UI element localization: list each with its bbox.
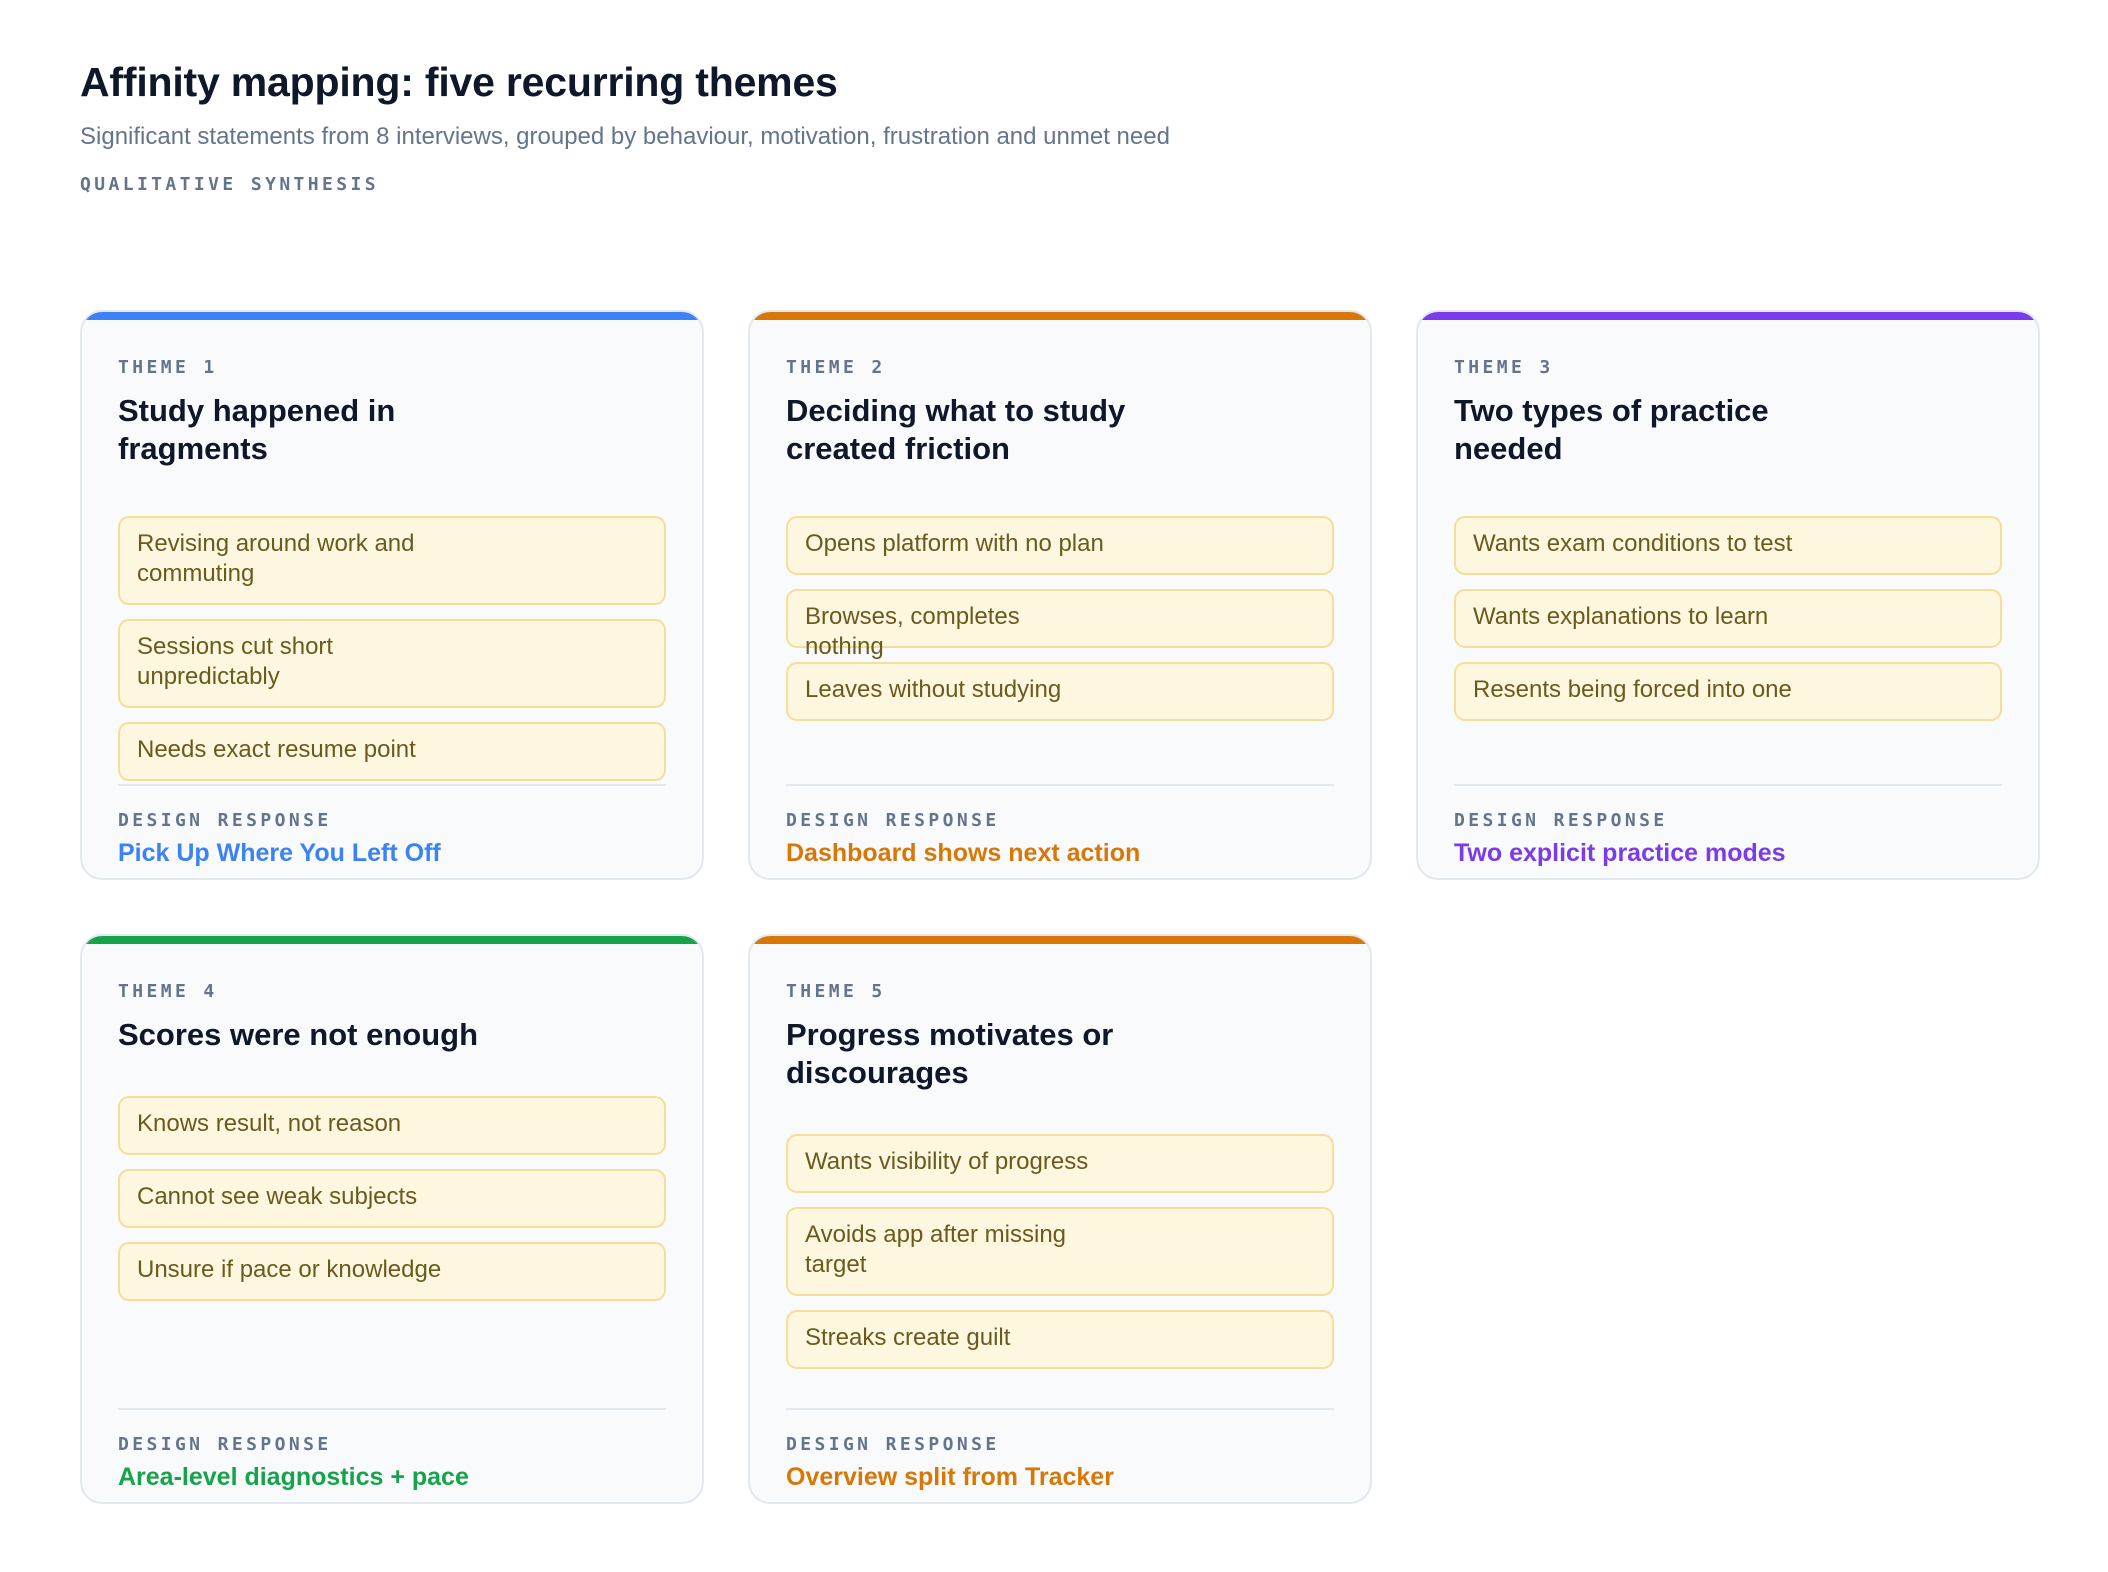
statement-list: Knows result, not reason Cannot see weak… — [118, 1096, 666, 1301]
statement-note: Browses, completes nothing — [786, 589, 1334, 660]
statement-note: Unsure if pace or knowledge — [118, 1242, 666, 1301]
card-divider — [118, 784, 666, 786]
theme-title: Study happened in fragments — [118, 393, 396, 466]
theme-card-1: THEME 1 Study happened in fragments Revi… — [80, 310, 704, 880]
design-response-label: DESIGN RESPONSE — [118, 810, 332, 831]
statement-note: Resents being forced into one — [1454, 662, 2002, 721]
design-response-value: Overview split from Tracker — [786, 1463, 1114, 1491]
card-divider — [786, 1408, 1334, 1410]
statement-note: Leaves without studying — [786, 662, 1334, 721]
statement-list: Wants visibility of progress Avoids app … — [786, 1134, 1334, 1369]
design-response-value: Two explicit practice modes — [1454, 839, 1786, 867]
page-title: Affinity mapping: five recurring themes — [80, 59, 838, 105]
theme-title: Deciding what to study created friction — [786, 393, 1126, 466]
statement-note: Wants explanations to learn — [1454, 589, 2002, 648]
theme-label: THEME 5 — [786, 981, 886, 1002]
theme-card-3: THEME 3 Two types of practice needed Wan… — [1416, 310, 2040, 880]
statement-note: Knows result, not reason — [118, 1096, 666, 1155]
design-response-value: Area-level diagnostics + pace — [118, 1463, 469, 1491]
statement-note: Revising around work and commuting — [118, 516, 666, 605]
card-divider — [118, 1408, 666, 1410]
section-eyebrow: QUALITATIVE SYNTHESIS — [80, 174, 379, 195]
design-response-label: DESIGN RESPONSE — [118, 1434, 332, 1455]
card-divider — [1454, 784, 2002, 786]
affinity-map-page: Affinity mapping: five recurring themes … — [80, 56, 2040, 1504]
statement-list: Revising around work and commuting Sessi… — [118, 516, 666, 781]
theme-label: THEME 1 — [118, 357, 218, 378]
statement-note: Opens platform with no plan — [786, 516, 1334, 575]
statement-note: Needs exact resume point — [118, 722, 666, 781]
theme-title: Two types of practice needed — [1454, 393, 1769, 466]
theme-card-2: THEME 2 Deciding what to study created f… — [748, 310, 1372, 880]
statement-note: Streaks create guilt — [786, 1310, 1334, 1369]
theme-label: THEME 2 — [786, 357, 886, 378]
statement-list: Wants exam conditions to test Wants expl… — [1454, 516, 2002, 721]
theme-label: THEME 3 — [1454, 357, 1554, 378]
design-response-value: Pick Up Where You Left Off — [118, 839, 441, 867]
page-subtitle: Significant statements from 8 interviews… — [80, 123, 1170, 150]
statement-note: Wants visibility of progress — [786, 1134, 1334, 1193]
statement-note: Wants exam conditions to test — [1454, 516, 2002, 575]
statement-list: Opens platform with no plan Browses, com… — [786, 516, 1334, 721]
theme-label: THEME 4 — [118, 981, 218, 1002]
design-response-label: DESIGN RESPONSE — [786, 810, 1000, 831]
theme-title: Progress motivates or discourages — [786, 1017, 1114, 1090]
design-response-label: DESIGN RESPONSE — [1454, 810, 1668, 831]
statement-note: Sessions cut short unpredictably — [118, 619, 666, 708]
theme-card-4: THEME 4 Scores were not enough Knows res… — [80, 934, 704, 1504]
design-response-value: Dashboard shows next action — [786, 839, 1141, 867]
theme-title: Scores were not enough — [118, 1017, 479, 1052]
design-response-label: DESIGN RESPONSE — [786, 1434, 1000, 1455]
statement-note: Cannot see weak subjects — [118, 1169, 666, 1228]
card-divider — [786, 784, 1334, 786]
theme-card-5: THEME 5 Progress motivates or discourage… — [748, 934, 1372, 1504]
theme-grid: THEME 1 Study happened in fragments Revi… — [80, 252, 2040, 1504]
statement-note: Avoids app after missing target — [786, 1207, 1334, 1296]
